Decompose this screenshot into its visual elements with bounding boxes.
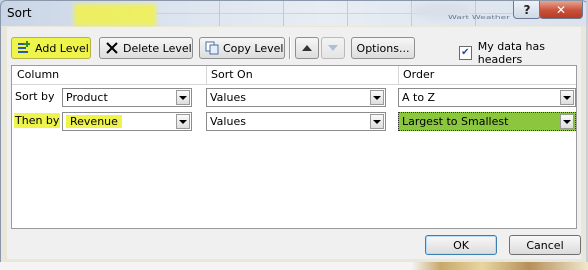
ok-label: OK <box>453 238 469 252</box>
column-header-sort-on: Sort On <box>211 68 253 81</box>
order-select-value: Largest to Smallest <box>402 115 509 128</box>
row-label: Sort by <box>15 90 55 103</box>
move-up-button[interactable] <box>295 37 319 59</box>
ok-button[interactable]: OK <box>425 235 497 255</box>
add-level-button[interactable]: Add Level <box>11 37 91 59</box>
my-data-has-headers-label: My data has headers <box>477 40 545 66</box>
chevron-down-icon[interactable] <box>176 90 190 105</box>
options-label: Options... <box>356 41 410 55</box>
column-select[interactable]: Product <box>62 88 192 107</box>
cancel-label: Cancel <box>526 238 564 252</box>
order-select-value: A to Z <box>402 91 436 104</box>
add-level-label: Add Level <box>35 41 89 55</box>
chevron-down-icon[interactable] <box>370 90 384 105</box>
header-rule <box>12 84 576 85</box>
arrow-up-icon <box>302 45 312 51</box>
title-bar[interactable]: Sort ? ✕ <box>1 1 587 27</box>
help-button[interactable]: ? <box>513 1 541 19</box>
order-select[interactable]: A to Z <box>398 88 576 107</box>
sort-level-row: Sort by Product Values A to Z <box>12 86 576 108</box>
cancel-button[interactable]: Cancel <box>509 235 581 255</box>
help-icon: ? <box>523 2 531 17</box>
chevron-down-icon[interactable] <box>176 114 190 129</box>
sort-on-select-value: Values <box>210 115 246 128</box>
order-select[interactable]: Largest to Smallest <box>398 112 576 131</box>
sort-on-select-value: Values <box>210 91 246 104</box>
column-select-value: Product <box>66 91 108 104</box>
column-select-value: Revenue <box>66 115 122 128</box>
delete-x-icon <box>105 41 119 55</box>
row-label: Then by <box>14 113 61 128</box>
background-below-dialog <box>0 262 588 270</box>
close-icon: ✕ <box>555 2 567 17</box>
arrow-down-icon <box>328 45 338 51</box>
delete-level-label: Delete Level <box>123 41 192 55</box>
sort-on-select[interactable]: Values <box>206 88 386 107</box>
copy-level-label: Copy Level <box>223 41 284 55</box>
sort-on-select[interactable]: Values <box>206 112 386 131</box>
move-down-button[interactable] <box>321 37 345 59</box>
column-select[interactable]: Revenue <box>62 112 192 131</box>
toolbar-separator <box>289 37 291 59</box>
add-level-icon <box>17 41 31 55</box>
chevron-down-icon[interactable] <box>560 90 574 105</box>
copy-level-button[interactable]: Copy Level <box>199 37 285 59</box>
column-header-order: Order <box>403 68 435 81</box>
delete-level-button[interactable]: Delete Level <box>99 37 193 59</box>
close-button[interactable]: ✕ <box>539 1 583 19</box>
chevron-down-icon[interactable] <box>560 114 574 129</box>
dialog-client: Add Level Delete Level Copy Level Option… <box>7 27 581 259</box>
checkbox-checked-icon[interactable]: ✔ <box>459 46 472 60</box>
chevron-down-icon[interactable] <box>370 114 384 129</box>
sort-dialog: Sort ? ✕ Add Level Delete Level Copy Lev… <box>0 0 588 264</box>
sort-levels-grid: Column Sort On Order Sort by Product Val… <box>11 65 577 229</box>
copy-icon <box>205 41 219 55</box>
column-header-column: Column <box>17 68 60 81</box>
dialog-title: Sort <box>7 6 32 20</box>
sort-level-row: Then by Revenue Values Largest to Smalle… <box>12 110 576 132</box>
options-button[interactable]: Options... <box>351 37 415 59</box>
my-data-has-headers-checkbox[interactable]: ✔ My data has headers <box>459 40 581 66</box>
